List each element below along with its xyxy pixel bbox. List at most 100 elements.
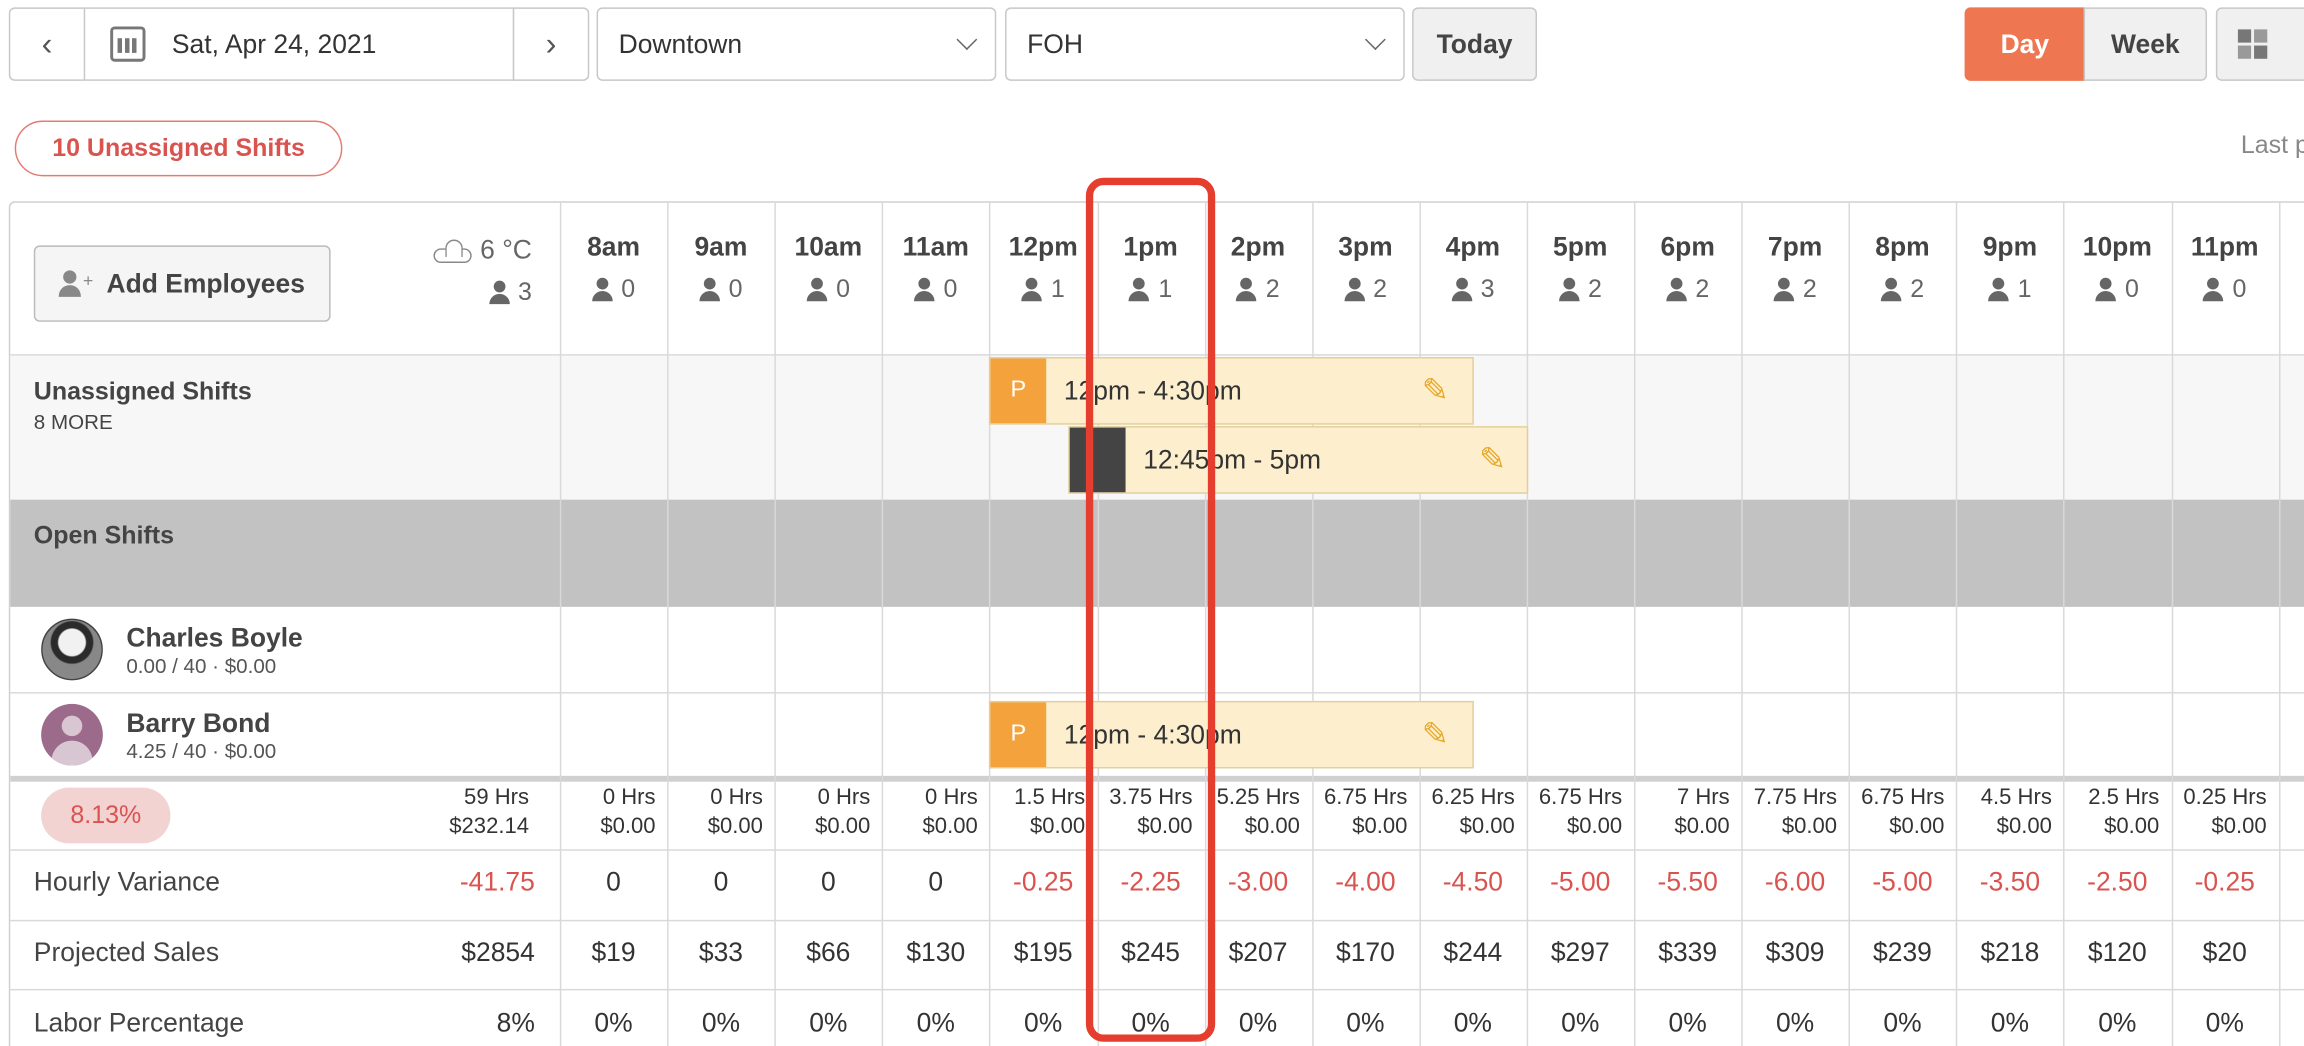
position-tag: P <box>990 358 1047 424</box>
today-button[interactable]: Today <box>1412 7 1537 81</box>
grid-column-divider <box>559 201 562 1046</box>
labor-percentage-cell: 0% <box>1238 1008 1278 1038</box>
hour-summary: 2.5 Hrs $0.00 <box>2088 784 2160 840</box>
hour-label: 6pm <box>1660 232 1715 262</box>
scheduler-screen: ‹ Sat, Apr 24, 2021 › Downtown FOH Today… <box>0 0 2304 1046</box>
prev-day-button[interactable]: ‹ <box>8 7 86 81</box>
total-hours: 59 Hrs $232.14 <box>449 784 529 840</box>
employee-row-charles[interactable]: Charles Boyle 0.00 / 40 · $0.00 <box>41 618 303 681</box>
projected-sales-cell: $297 <box>1550 937 1610 967</box>
labor-percentage-cell: 0% <box>2098 1008 2137 1038</box>
week-label: Week <box>2110 28 2180 59</box>
projected-sales-cell: $130 <box>906 937 966 967</box>
hourly-variance-cell: -6.00 <box>1764 866 1826 897</box>
hour-label: 3pm <box>1338 232 1393 262</box>
labor-percentage-cell: 0% <box>1346 1008 1385 1038</box>
hour-header: 4pm 3 <box>1419 232 1526 304</box>
person-icon <box>591 277 613 302</box>
hour-label: 8am <box>587 232 641 262</box>
last-published-label: Last p <box>2240 130 2304 159</box>
projected-sales-cell: $309 <box>1765 937 1825 967</box>
unassigned-badge-label: 10 Unassigned Shifts <box>52 133 305 162</box>
hour-header: 7pm 2 <box>1741 232 1848 304</box>
today-label: Today <box>1436 28 1513 59</box>
hourly-variance-cell: -0.25 <box>1013 866 1074 897</box>
date-picker[interactable]: Sat, Apr 24, 2021 <box>83 7 515 81</box>
pencil-icon[interactable]: ✎ <box>1479 441 1506 479</box>
labor-percentage-cell: 0% <box>1453 1008 1492 1038</box>
next-day-button[interactable]: › <box>512 7 590 81</box>
hour-staff-count: 0 <box>2125 274 2139 303</box>
pencil-icon[interactable]: ✎ <box>1422 372 1449 410</box>
hour-summary: 1.5 Hrs $0.00 <box>1014 784 1086 840</box>
hour-summary: 6.25 Hrs $0.00 <box>1431 784 1515 840</box>
hour-header: 9am 0 <box>667 232 774 304</box>
hourly-variance-cell: 0 <box>606 866 621 897</box>
hour-summary: 5.25 Hrs $0.00 <box>1216 784 1300 840</box>
hour-staff-count: 2 <box>1265 274 1280 303</box>
hour-staff-count: 0 <box>943 274 958 303</box>
hour-header: 6pm 2 <box>1634 232 1741 304</box>
unassigned-shifts-badge[interactable]: 10 Unassigned Shifts <box>14 120 343 177</box>
layout-toggle-button[interactable] <box>2215 7 2304 81</box>
grid-column-divider <box>2278 201 2280 1046</box>
hour-summary: 0 Hrs $0.00 <box>815 784 871 840</box>
add-employees-label: Add Employees <box>106 268 305 298</box>
hour-label: 10am <box>794 232 863 262</box>
chevron-left-icon: ‹ <box>41 24 53 62</box>
person-icon <box>1451 277 1472 302</box>
hour-summary: 0.25 Hrs $0.00 <box>2183 784 2267 840</box>
grid-column-divider <box>1633 201 1636 1046</box>
projected-sales-cell: $244 <box>1443 937 1503 967</box>
hourly-variance-cell: -3.00 <box>1227 866 1289 897</box>
hour-header: 9pm 1 <box>1956 232 2063 304</box>
hour-label: 7pm <box>1767 232 1823 262</box>
hourly-variance-cell: -4.50 <box>1442 866 1503 897</box>
person-icon <box>1558 277 1580 302</box>
person-icon <box>914 277 935 302</box>
hourly-variance-cell: -0.25 <box>2194 866 2255 897</box>
weather-count: 3 <box>518 277 532 306</box>
day-view-button[interactable]: Day <box>1964 7 2086 81</box>
location-select[interactable]: Downtown <box>596 7 997 81</box>
labor-percentage-cell: 0% <box>1990 1008 2030 1038</box>
projected-sales-cell: $170 <box>1335 937 1395 967</box>
hourly-variance-cell: 0 <box>928 866 944 897</box>
hourly-variance-cell: 0 <box>820 866 836 897</box>
employee-name: Barry Bond <box>126 707 271 737</box>
unassigned-shift-block[interactable]: P 12pm - 4:30pm ✎ <box>988 357 1474 425</box>
employee-shift-block[interactable]: P 12pm - 4:30pm ✎ <box>988 700 1474 769</box>
department-select[interactable]: FOH <box>1005 7 1405 81</box>
calendar-icon <box>110 26 146 62</box>
person-icon <box>699 277 720 302</box>
cloud-icon <box>433 238 472 263</box>
grid-column-divider <box>1848 201 1851 1046</box>
hour-staff-count: 2 <box>1910 274 1925 303</box>
grid-column-divider <box>2063 201 2066 1046</box>
employee-name: Charles Boyle <box>126 622 303 652</box>
grid-layout-icon <box>2237 29 2268 59</box>
labor-percentage-cell: 0% <box>594 1008 633 1038</box>
labor-percentage-cell: 0% <box>1024 1008 1063 1038</box>
hour-staff-count: 2 <box>1587 274 1602 303</box>
more-link[interactable]: 8 MORE <box>34 410 252 434</box>
labor-percent-badge: 8.13% <box>41 787 171 844</box>
person-icon <box>1236 277 1257 302</box>
hour-label: 2pm <box>1230 232 1286 262</box>
grid-column-divider <box>989 201 991 1046</box>
unassigned-shifts-label: Unassigned Shifts 8 MORE <box>33 377 252 434</box>
weather-temp: 6 °C <box>480 235 532 265</box>
hour-summary: 6.75 Hrs $0.00 <box>1324 784 1408 840</box>
person-icon <box>1880 277 1902 302</box>
week-view-button[interactable]: Week <box>2083 7 2208 81</box>
labor-percentage-total: 8% <box>496 1008 535 1038</box>
projected-sales-cell: $195 <box>1013 937 1073 967</box>
hour-staff-count: 1 <box>2017 274 2032 303</box>
labor-percentage-cell: 0% <box>1883 1008 1922 1038</box>
hour-summary: 6.75 Hrs $0.00 <box>1861 784 1945 840</box>
hour-header: 8pm 2 <box>1849 232 1956 304</box>
add-employees-button[interactable]: + Add Employees <box>33 245 331 322</box>
employee-row-barry[interactable]: Barry Bond 4.25 / 40 · $0.00 <box>41 703 276 766</box>
pencil-icon[interactable]: ✎ <box>1422 716 1449 754</box>
labor-percentage-label: Labor Percentage <box>33 1008 245 1038</box>
